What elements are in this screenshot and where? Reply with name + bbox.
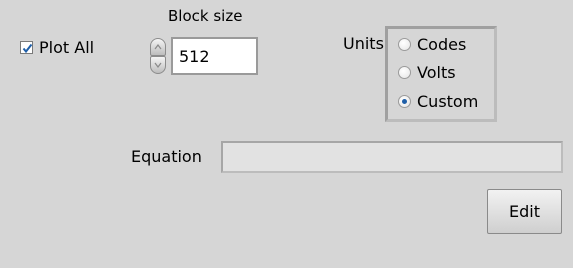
radio-selected-icon[interactable] xyxy=(398,95,411,108)
increment-arrow-icon[interactable] xyxy=(150,38,166,56)
block-size-stepper[interactable] xyxy=(148,36,168,76)
units-option-label: Custom xyxy=(417,92,479,111)
decrement-arrow-icon[interactable] xyxy=(150,56,166,74)
radio-icon[interactable] xyxy=(398,38,411,51)
units-option-codes[interactable]: Codes xyxy=(398,35,466,54)
settings-panel: Plot All Block size 512 Units Codes Volt… xyxy=(0,0,573,268)
units-radio-group: Codes Volts Custom xyxy=(385,26,497,122)
plot-all-checkbox[interactable]: Plot All xyxy=(20,38,94,57)
units-option-volts[interactable]: Volts xyxy=(398,63,456,82)
units-option-label: Volts xyxy=(417,63,456,82)
units-option-custom[interactable]: Custom xyxy=(398,92,478,111)
radio-icon[interactable] xyxy=(398,66,411,79)
block-size-input[interactable]: 512 xyxy=(171,37,258,75)
units-label: Units xyxy=(343,34,384,53)
units-option-label: Codes xyxy=(417,35,467,54)
edit-button[interactable]: Edit xyxy=(487,189,562,234)
plot-all-label: Plot All xyxy=(39,38,95,57)
block-size-label: Block size xyxy=(168,7,243,25)
checkbox-checked-icon[interactable] xyxy=(20,41,33,54)
equation-label: Equation xyxy=(131,147,202,166)
equation-field[interactable] xyxy=(221,141,563,173)
